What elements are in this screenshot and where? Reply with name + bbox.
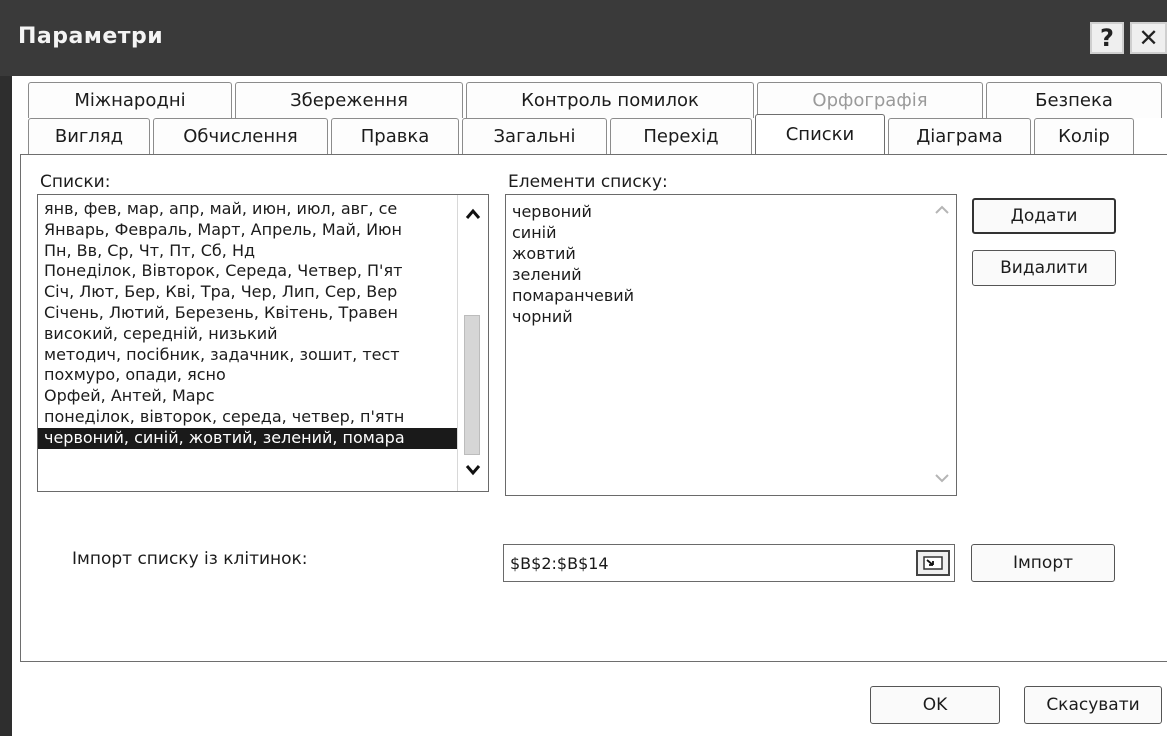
list-item[interactable]: янв, фев, мар, апр, май, июн, июл, авг, … (38, 199, 458, 220)
list-entry: жовтий (512, 244, 576, 263)
title-bar: Параметри ? ✕ (0, 0, 1167, 76)
list-item[interactable]: високий, середній, низький (38, 324, 458, 345)
list-item[interactable]: Понеділок, Вівторок, Середа, Четвер, П'я… (38, 261, 458, 282)
list-entry: чорний (512, 307, 573, 326)
tab-international[interactable]: Міжнародні (28, 82, 232, 118)
lists-scrollbar[interactable] (457, 195, 488, 491)
chevron-up-icon[interactable] (461, 203, 485, 225)
tab-view[interactable]: Вигляд (28, 118, 150, 154)
tab-lists[interactable]: Списки (755, 114, 885, 154)
tab-spelling[interactable]: Орфографія (757, 82, 983, 118)
list-item[interactable]: Січ, Лют, Бер, Кві, Тра, Чер, Лип, Сер, … (38, 282, 458, 303)
tab-edit[interactable]: Правка (331, 118, 459, 154)
import-button[interactable]: Імпорт (971, 544, 1115, 582)
tab-calculation[interactable]: Обчислення (153, 118, 328, 154)
lists-label: Списки: (40, 172, 111, 192)
chevron-up-icon[interactable] (934, 203, 950, 219)
close-button[interactable]: ✕ (1130, 22, 1167, 54)
list-item[interactable]: Январь, Февраль, Март, Апрель, Май, Июн (38, 220, 458, 241)
scrollbar-thumb[interactable] (464, 315, 480, 455)
tab-save[interactable]: Збереження (235, 82, 463, 118)
tab-row-bottom: Вигляд Обчислення Правка Загальні Перехі… (28, 114, 1137, 154)
tab-security[interactable]: Безпека (986, 82, 1162, 118)
list-entries-label: Елементи списку: (508, 172, 668, 192)
range-select-icon[interactable] (916, 550, 950, 576)
list-item-selected[interactable]: червоний, синій, жовтий, зелений, помара (38, 427, 458, 449)
chevron-down-icon[interactable] (461, 459, 485, 481)
tab-color[interactable]: Колір (1034, 118, 1134, 154)
import-range-field[interactable]: $B$2:$B$14 (503, 544, 955, 582)
add-button[interactable]: Додати (972, 198, 1116, 234)
tab-row-top: Міжнародні Збереження Контроль помилок О… (28, 82, 1165, 118)
import-range-value: $B$2:$B$14 (510, 554, 609, 573)
ok-button[interactable]: OK (870, 686, 1000, 724)
custom-lists-items: янв, фев, мар, апр, май, июн, июл, авг, … (38, 199, 458, 449)
tab-chart[interactable]: Діаграма (888, 118, 1031, 154)
tab-general[interactable]: Загальні (462, 118, 607, 154)
delete-button[interactable]: Видалити (972, 250, 1116, 286)
list-entry: червоний (512, 202, 592, 221)
tab-transition[interactable]: Перехід (610, 118, 752, 154)
list-entries-textbox[interactable]: червоний синій жовтий зелений помаранчев… (505, 194, 957, 496)
list-item[interactable]: Січень, Лютий, Березень, Квітень, Травен (38, 303, 458, 324)
window-frame-left (0, 76, 12, 736)
import-label: Імпорт списку із клітинок: (72, 549, 308, 569)
list-item[interactable]: Пн, Вв, Ср, Чт, Пт, Сб, Нд (38, 241, 458, 262)
cancel-button[interactable]: Скасувати (1024, 686, 1162, 724)
close-icon: ✕ (1138, 24, 1159, 52)
list-item[interactable]: Орфей, Антей, Марс (38, 386, 458, 407)
window-title: Параметри (18, 24, 164, 49)
custom-lists-listbox[interactable]: янв, фев, мар, апр, май, июн, июл, авг, … (37, 194, 489, 492)
chevron-down-icon[interactable] (934, 471, 950, 487)
list-item[interactable]: понеділок, вівторок, середа, четвер, п'я… (38, 407, 458, 428)
list-entry: синій (512, 223, 557, 242)
list-entry: помаранчевий (512, 286, 635, 305)
help-icon: ? (1100, 24, 1114, 52)
list-entries-items: червоний синій жовтий зелений помаранчев… (512, 201, 634, 327)
tab-error-checking[interactable]: Контроль помилок (466, 82, 754, 118)
list-item[interactable]: методич, посібник, задачник, зошит, тест (38, 345, 458, 366)
list-item[interactable]: похмуро, опади, ясно (38, 365, 458, 386)
list-entry: зелений (512, 265, 582, 284)
help-button[interactable]: ? (1090, 22, 1124, 54)
